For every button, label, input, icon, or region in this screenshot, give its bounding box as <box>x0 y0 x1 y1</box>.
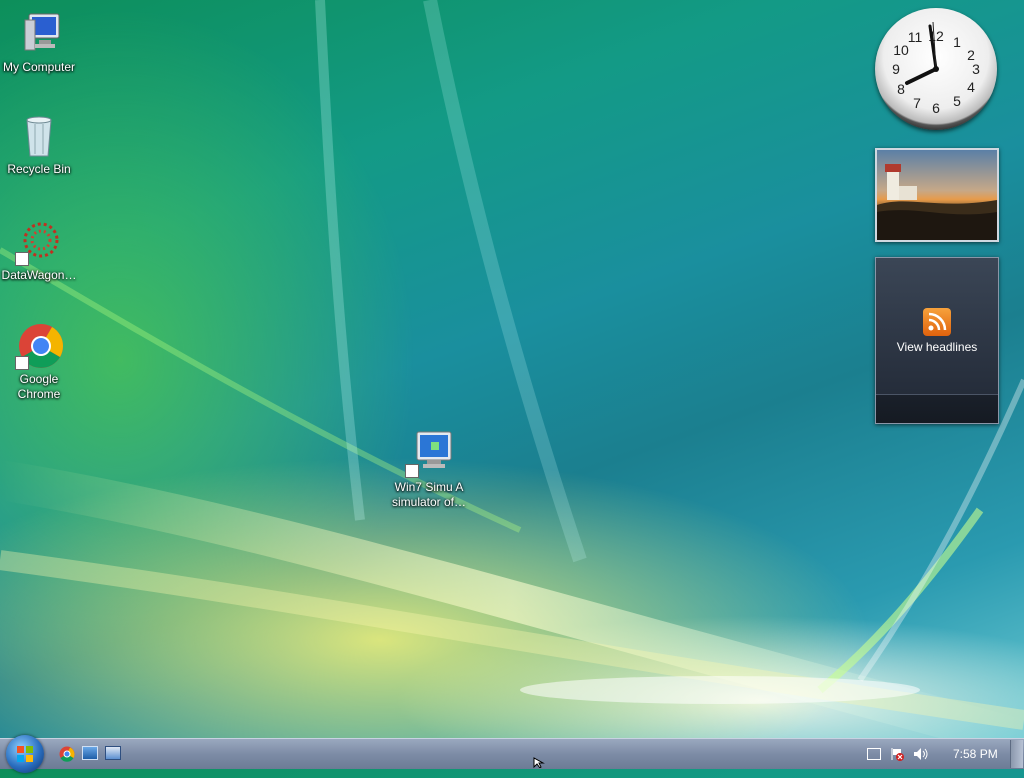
chrome-icon <box>59 746 75 762</box>
desktop-icon-label: My Computer <box>2 60 76 74</box>
lighthouse-photo <box>877 164 997 240</box>
rss-icon <box>923 308 951 336</box>
win7-simu-icon <box>405 430 453 478</box>
desktop-icon-datawagon[interactable]: DataWagon… <box>0 218 81 283</box>
start-button[interactable] <box>6 735 44 773</box>
shortcut-arrow-icon <box>15 356 29 370</box>
desktop-icon-label: DataWagon… <box>1 268 77 282</box>
clock-number: 6 <box>932 100 940 116</box>
desktop-icon-label: Win7 Simu A simulator of… <box>391 480 467 509</box>
clock-number: 7 <box>913 95 921 111</box>
analog-clock: 12 1 2 3 4 5 6 7 8 9 10 11 <box>892 21 980 116</box>
quicklaunch-chrome[interactable] <box>59 746 75 762</box>
shortcut-arrow-icon <box>15 252 29 266</box>
desktop-icon-label: Google Chrome <box>17 372 61 401</box>
clock-gadget[interactable]: 12 1 2 3 4 5 6 7 8 9 10 11 <box>875 8 997 130</box>
clock-number: 1 <box>953 34 961 50</box>
view-headlines-link[interactable]: View headlines <box>876 340 998 354</box>
desktop-icon-google-chrome[interactable]: Google Chrome <box>0 322 81 402</box>
mouse-cursor <box>533 757 545 768</box>
desktop-icon-label: Recycle Bin <box>7 162 71 176</box>
clock-number: 5 <box>953 93 961 109</box>
clock-number: 4 <box>967 79 975 95</box>
chrome-icon <box>15 322 63 370</box>
taskbar: 7:58 PM <box>0 735 1024 773</box>
desktop-icon-win7-simu[interactable]: Win7 Simu A simulator of… <box>387 430 471 510</box>
slideshow-gadget[interactable] <box>875 148 999 242</box>
datawagon-icon <box>15 218 63 266</box>
clock-number: 8 <box>897 81 905 97</box>
clock-number: 9 <box>892 61 900 77</box>
feed-headlines-gadget[interactable]: View headlines <box>875 257 999 424</box>
clock-number: 3 <box>972 61 980 77</box>
show-desktop-button[interactable] <box>1010 740 1023 768</box>
taskbar-clock[interactable]: 7:58 PM <box>953 747 998 761</box>
clock-number: 11 <box>908 29 923 45</box>
computer-icon <box>15 10 63 58</box>
recycle-bin-icon <box>15 112 63 160</box>
windows-logo-icon <box>17 746 33 762</box>
desktop-icon-my-computer[interactable]: My Computer <box>0 10 81 75</box>
quicklaunch-show-desktop[interactable] <box>82 746 98 760</box>
tray-security-alert-icon[interactable] <box>890 747 904 761</box>
quicklaunch-switch-windows[interactable] <box>105 746 121 760</box>
wallpaper <box>0 0 1024 740</box>
tray-network-icon[interactable] <box>867 748 881 760</box>
clock-number: 10 <box>893 42 909 58</box>
tray-volume-icon[interactable] <box>913 747 929 761</box>
feed-footer <box>876 394 998 423</box>
clock-hour-hand <box>905 67 938 85</box>
desktop-icon-recycle-bin[interactable]: Recycle Bin <box>0 112 81 177</box>
shortcut-arrow-icon <box>405 464 419 478</box>
